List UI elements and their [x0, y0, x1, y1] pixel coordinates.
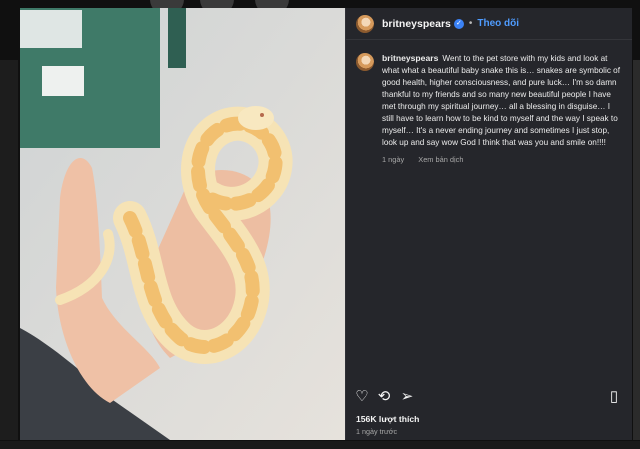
caption-age: 1 ngày	[382, 155, 405, 164]
caption-text: Went to the pet store with my kids and l…	[382, 54, 621, 147]
bg-grid-tile	[0, 441, 640, 449]
caption-username[interactable]: britneyspears	[382, 53, 438, 63]
username-link[interactable]: britneyspears	[382, 18, 451, 30]
repost-icon[interactable]: ⟲	[376, 389, 392, 405]
bookmark-icon[interactable]: ▯	[606, 389, 622, 405]
see-translation-link[interactable]: Xem bản dịch	[418, 155, 463, 164]
heart-icon[interactable]: ♡	[354, 389, 370, 405]
separator-dot: •	[468, 18, 473, 29]
caption: britneyspears Went to the pet store with …	[346, 40, 632, 166]
bg-grid-tile	[633, 60, 640, 440]
follow-button[interactable]: Theo dõi	[477, 18, 519, 29]
verified-badge-icon: ✓	[453, 18, 464, 29]
like-count[interactable]: 156K lượt thích	[356, 414, 419, 424]
caption-meta: 1 ngày Xem bản dịch	[382, 154, 622, 166]
action-bar: ♡ ⟲ ➢ ▯	[354, 389, 622, 407]
post-timestamp[interactable]: 1 ngày trước	[356, 427, 397, 436]
avatar[interactable]	[356, 14, 374, 33]
send-icon[interactable]: ➢	[399, 389, 415, 405]
post-image	[20, 8, 345, 440]
post-side-panel: britneyspears ✓ • Theo dõi britneyspears…	[345, 8, 632, 440]
post-header: britneyspears ✓ • Theo dõi	[346, 8, 632, 40]
caption-avatar[interactable]	[356, 53, 374, 71]
post-modal: britneyspears ✓ • Theo dõi britneyspears…	[20, 8, 632, 440]
bg-grid-tile	[0, 60, 18, 440]
caption-body: britneyspears Went to the pet store with …	[382, 52, 622, 166]
